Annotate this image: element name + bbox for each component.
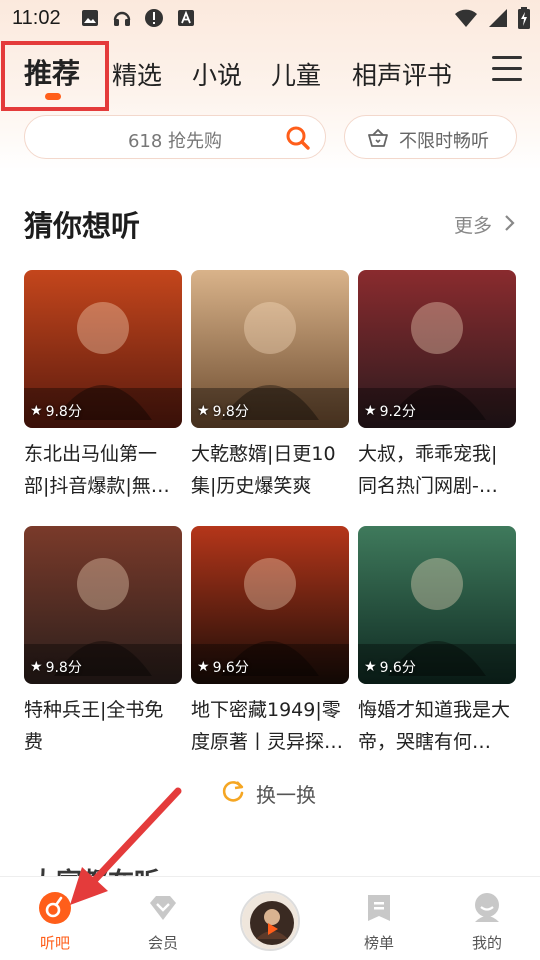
book-cover[interactable]: ★ 9.8分 — [24, 526, 182, 684]
refresh-icon — [220, 778, 246, 808]
book-title[interactable]: 地下密藏1949|零度原著丨灵异探… — [191, 694, 349, 758]
book-cover[interactable]: ★ 9.8分 — [191, 270, 349, 428]
ranking-icon — [363, 892, 395, 924]
book-card[interactable]: ★ 9.8分东北出马仙第一部|抖音爆款|無… — [24, 270, 182, 502]
rating-badge: ★ 9.2分 — [364, 401, 416, 421]
refresh-label: 换一换 — [256, 782, 316, 807]
status-right-icons — [454, 7, 530, 33]
crown-basket-icon — [367, 128, 389, 148]
rating-value: 9.8分 — [45, 660, 82, 676]
font-a-icon — [176, 8, 196, 28]
rating-badge: ★ 9.6分 — [197, 657, 249, 677]
battery-icon — [518, 7, 530, 33]
status-left-icons — [80, 8, 196, 28]
search-icon[interactable] — [285, 125, 311, 151]
book-title[interactable]: 大乾憨婿|日更10集|历史爆笑爽文… — [191, 438, 349, 502]
nav-profile[interactable]: 我的 — [442, 877, 532, 960]
book-title[interactable]: 悔婚才知道我是大帝，哭瞎有何… — [358, 694, 516, 758]
status-bar: 11:02 — [0, 0, 540, 36]
star-icon: ★ — [30, 659, 43, 675]
rating-badge: ★ 9.8分 — [197, 401, 249, 421]
book-title[interactable]: 大叔，乖乖宠我|同名热门网剧-… — [358, 438, 516, 502]
rating-value: 9.8分 — [45, 404, 82, 420]
nav-ranking[interactable]: 榜单 — [334, 877, 424, 960]
book-title[interactable]: 特种兵王|全书免费 — [24, 694, 182, 758]
book-card[interactable]: ★ 9.2分大叔，乖乖宠我|同名热门网剧-… — [358, 270, 516, 502]
search-placeholder: 618 抢先购 — [127, 131, 223, 152]
rating-badge: ★ 9.8分 — [30, 657, 82, 677]
nav-label-profile: 我的 — [471, 934, 502, 952]
tab-crosstalk[interactable]: 相声评书 — [352, 56, 452, 92]
book-card[interactable]: ★ 9.6分悔婚才知道我是大帝，哭瞎有何… — [358, 526, 516, 758]
image-icon — [80, 8, 100, 28]
tab-featured[interactable]: 精选 — [112, 56, 162, 92]
book-cover[interactable]: ★ 9.2分 — [358, 270, 516, 428]
star-icon: ★ — [197, 403, 210, 419]
book-card[interactable]: ★ 9.8分特种兵王|全书免费 — [24, 526, 182, 758]
unlimited-listen-button[interactable]: 不限时畅听 — [344, 115, 517, 159]
headset-icon — [112, 8, 132, 28]
book-card[interactable]: ★9.8分大乾憨婿|日更10集|历史爆笑爽文… — [191, 270, 349, 502]
alert-icon — [144, 8, 164, 28]
star-icon: ★ — [30, 403, 43, 419]
rating-badge: ★ 9.6分 — [364, 657, 416, 677]
book-cover[interactable]: ★ 9.6分 — [358, 526, 516, 684]
nav-label-member: 会员 — [147, 934, 178, 952]
star-icon: ★ — [197, 659, 210, 675]
star-icon: ★ — [364, 403, 377, 419]
rating-value: 9.2分 — [379, 404, 416, 420]
now-playing-disc[interactable] — [240, 891, 300, 951]
bottom-navigation: 听吧 会员 榜单 我的 — [0, 876, 540, 960]
wifi-icon — [454, 8, 478, 32]
unlimited-listen-label: 不限时畅听 — [399, 131, 489, 152]
tab-children[interactable]: 儿童 — [271, 56, 321, 92]
rating-value: 9.6分 — [379, 660, 416, 676]
more-link[interactable]: 更多 — [454, 211, 492, 238]
status-time: 11:02 — [12, 7, 61, 29]
nav-label-ranking: 榜单 — [363, 934, 394, 952]
nav-listen[interactable]: 听吧 — [10, 877, 100, 960]
section-title: 猜你想听 — [24, 209, 141, 243]
chevron-right-icon[interactable] — [504, 214, 516, 232]
book-card[interactable]: ★ 9.6分地下密藏1949|零度原著丨灵异探… — [191, 526, 349, 758]
annotation-highlight-box — [1, 41, 109, 111]
profile-icon — [471, 892, 503, 924]
tab-novel[interactable]: 小说 — [192, 56, 242, 92]
rating-value: 9.6分 — [212, 660, 249, 676]
nav-member[interactable]: 会员 — [118, 877, 208, 960]
search-bar[interactable]: 618 抢先购 — [24, 115, 326, 159]
menu-icon[interactable] — [492, 56, 522, 84]
rating-badge: ★ 9.8分 — [30, 401, 82, 421]
listen-icon — [39, 892, 71, 924]
refresh-button[interactable]: 换一换 — [220, 778, 316, 808]
star-icon: ★ — [364, 659, 377, 675]
diamond-icon — [147, 892, 179, 924]
book-cover[interactable]: ★ 9.8分 — [24, 270, 182, 428]
rating-value: 9.8分 — [212, 404, 249, 420]
nav-label-listen: 听吧 — [39, 934, 70, 952]
signal-icon — [488, 8, 508, 32]
book-title[interactable]: 东北出马仙第一部|抖音爆款|無… — [24, 438, 182, 502]
book-cover[interactable]: ★ 9.6分 — [191, 526, 349, 684]
